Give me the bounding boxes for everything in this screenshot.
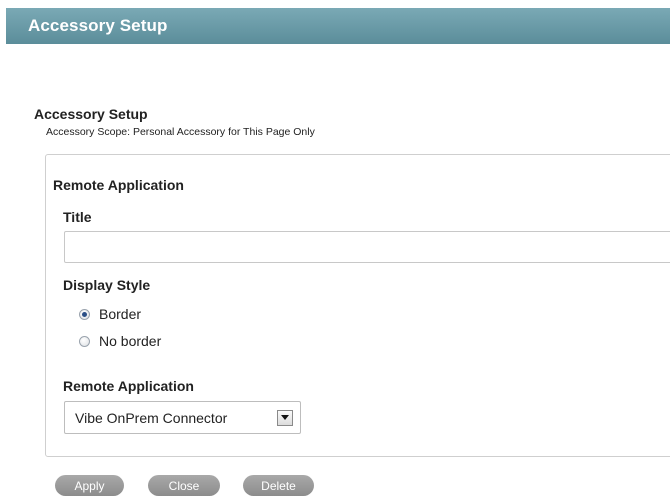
display-style-no-border-option[interactable]: No border — [79, 332, 161, 350]
close-button[interactable]: Close — [148, 475, 220, 496]
chevron-down-icon[interactable] — [277, 409, 293, 426]
title-label: Title — [63, 209, 92, 225]
radio-border-label: Border — [99, 306, 142, 322]
remote-application-select[interactable]: Vibe OnPrem Connector — [64, 401, 301, 434]
delete-button[interactable]: Delete — [243, 475, 314, 496]
accessory-scope-text: Accessory Scope: Personal Accessory for … — [46, 126, 315, 138]
display-style-border-option[interactable]: Border — [79, 305, 141, 323]
setup-heading: Accessory Setup — [34, 106, 148, 122]
remote-application-label: Remote Application — [63, 378, 194, 394]
panel-heading: Remote Application — [53, 177, 184, 193]
window-title-bar: Accessory Setup — [6, 8, 670, 44]
remote-application-selected-value: Vibe OnPrem Connector — [75, 409, 228, 426]
title-input[interactable] — [64, 231, 670, 263]
window-title: Accessory Setup — [28, 16, 168, 35]
radio-no-border-label: No border — [99, 333, 162, 349]
radio-no-border[interactable] — [79, 335, 90, 347]
radio-border[interactable] — [79, 308, 90, 320]
display-style-label: Display Style — [63, 277, 151, 293]
apply-button[interactable]: Apply — [55, 475, 124, 496]
